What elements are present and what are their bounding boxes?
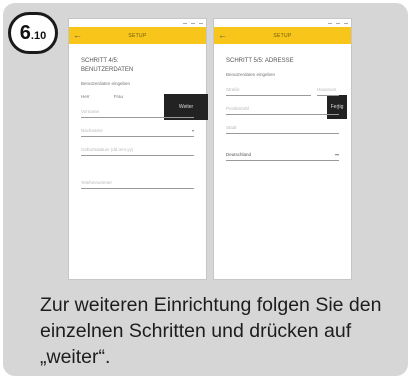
lastname-field[interactable]: Nachname ▾	[81, 118, 194, 137]
setup-screen-step-5: ← SETUP SCHRITT 5/5: ADRESSE Fertig Benu…	[213, 18, 352, 280]
step-subnumber: .10	[30, 30, 47, 42]
step-heading: SCHRITT 5/5: ADRESSE	[226, 58, 294, 64]
country-value: Deutschland	[226, 152, 252, 157]
close-icon[interactable]	[199, 22, 203, 24]
instruction-card: 6.10 ← SETUP SCHRITT 4/5: BENUTZERDATEN …	[3, 3, 408, 376]
country-select[interactable]: Deutschland ▾▾	[226, 142, 339, 161]
chevron-down-icon: ▾	[336, 106, 339, 111]
step-number: 6	[19, 21, 31, 44]
maximize-icon[interactable]	[191, 22, 195, 24]
setup-screen-step-4: ← SETUP SCHRITT 4/5: BENUTZERDATEN Weite…	[68, 18, 208, 280]
window-titlebar	[69, 19, 206, 27]
back-arrow-icon[interactable]: ←	[218, 30, 227, 40]
firstname-field[interactable]: Vorname	[81, 99, 194, 118]
street-field[interactable]: Straße	[226, 77, 311, 96]
minimize-icon[interactable]	[183, 22, 187, 24]
minimize-icon[interactable]	[328, 22, 332, 24]
house-number-field[interactable]: Hausnum	[317, 77, 339, 96]
chevron-down-icon: ▾▾	[334, 152, 339, 157]
instruction-caption: Zur weiteren Einrichtung folgen Sie den …	[40, 294, 382, 368]
app-title: SETUP	[273, 32, 292, 39]
lastname-label: Nachname	[81, 128, 103, 133]
postcode-field[interactable]: Postleitzahl ▾	[226, 96, 339, 115]
step-heading-line2: BENUTZERDATEN	[81, 67, 134, 73]
subtitle: Benutzerdaten eingeben	[81, 81, 131, 86]
back-arrow-icon[interactable]: ←	[73, 30, 82, 40]
app-title: SETUP	[128, 32, 147, 39]
city-field[interactable]: Stadt	[226, 115, 339, 134]
app-bar: ← SETUP	[69, 27, 206, 44]
birthdate-field[interactable]: Geburtsdatum (dd.mm.yy)	[81, 137, 194, 156]
step-badge: 6.10	[8, 12, 58, 54]
close-icon[interactable]	[344, 22, 348, 24]
phone-field[interactable]: Telefonnummer	[81, 170, 194, 189]
step-heading: SCHRITT 4/5: BENUTZERDATEN	[81, 57, 194, 75]
maximize-icon[interactable]	[336, 22, 340, 24]
postcode-label: Postleitzahl	[226, 106, 250, 111]
app-bar: ← SETUP	[214, 27, 351, 44]
step-heading-line1: SCHRITT 4/5:	[81, 58, 119, 64]
window-titlebar	[214, 19, 351, 27]
chevron-down-icon: ▾	[191, 128, 194, 133]
